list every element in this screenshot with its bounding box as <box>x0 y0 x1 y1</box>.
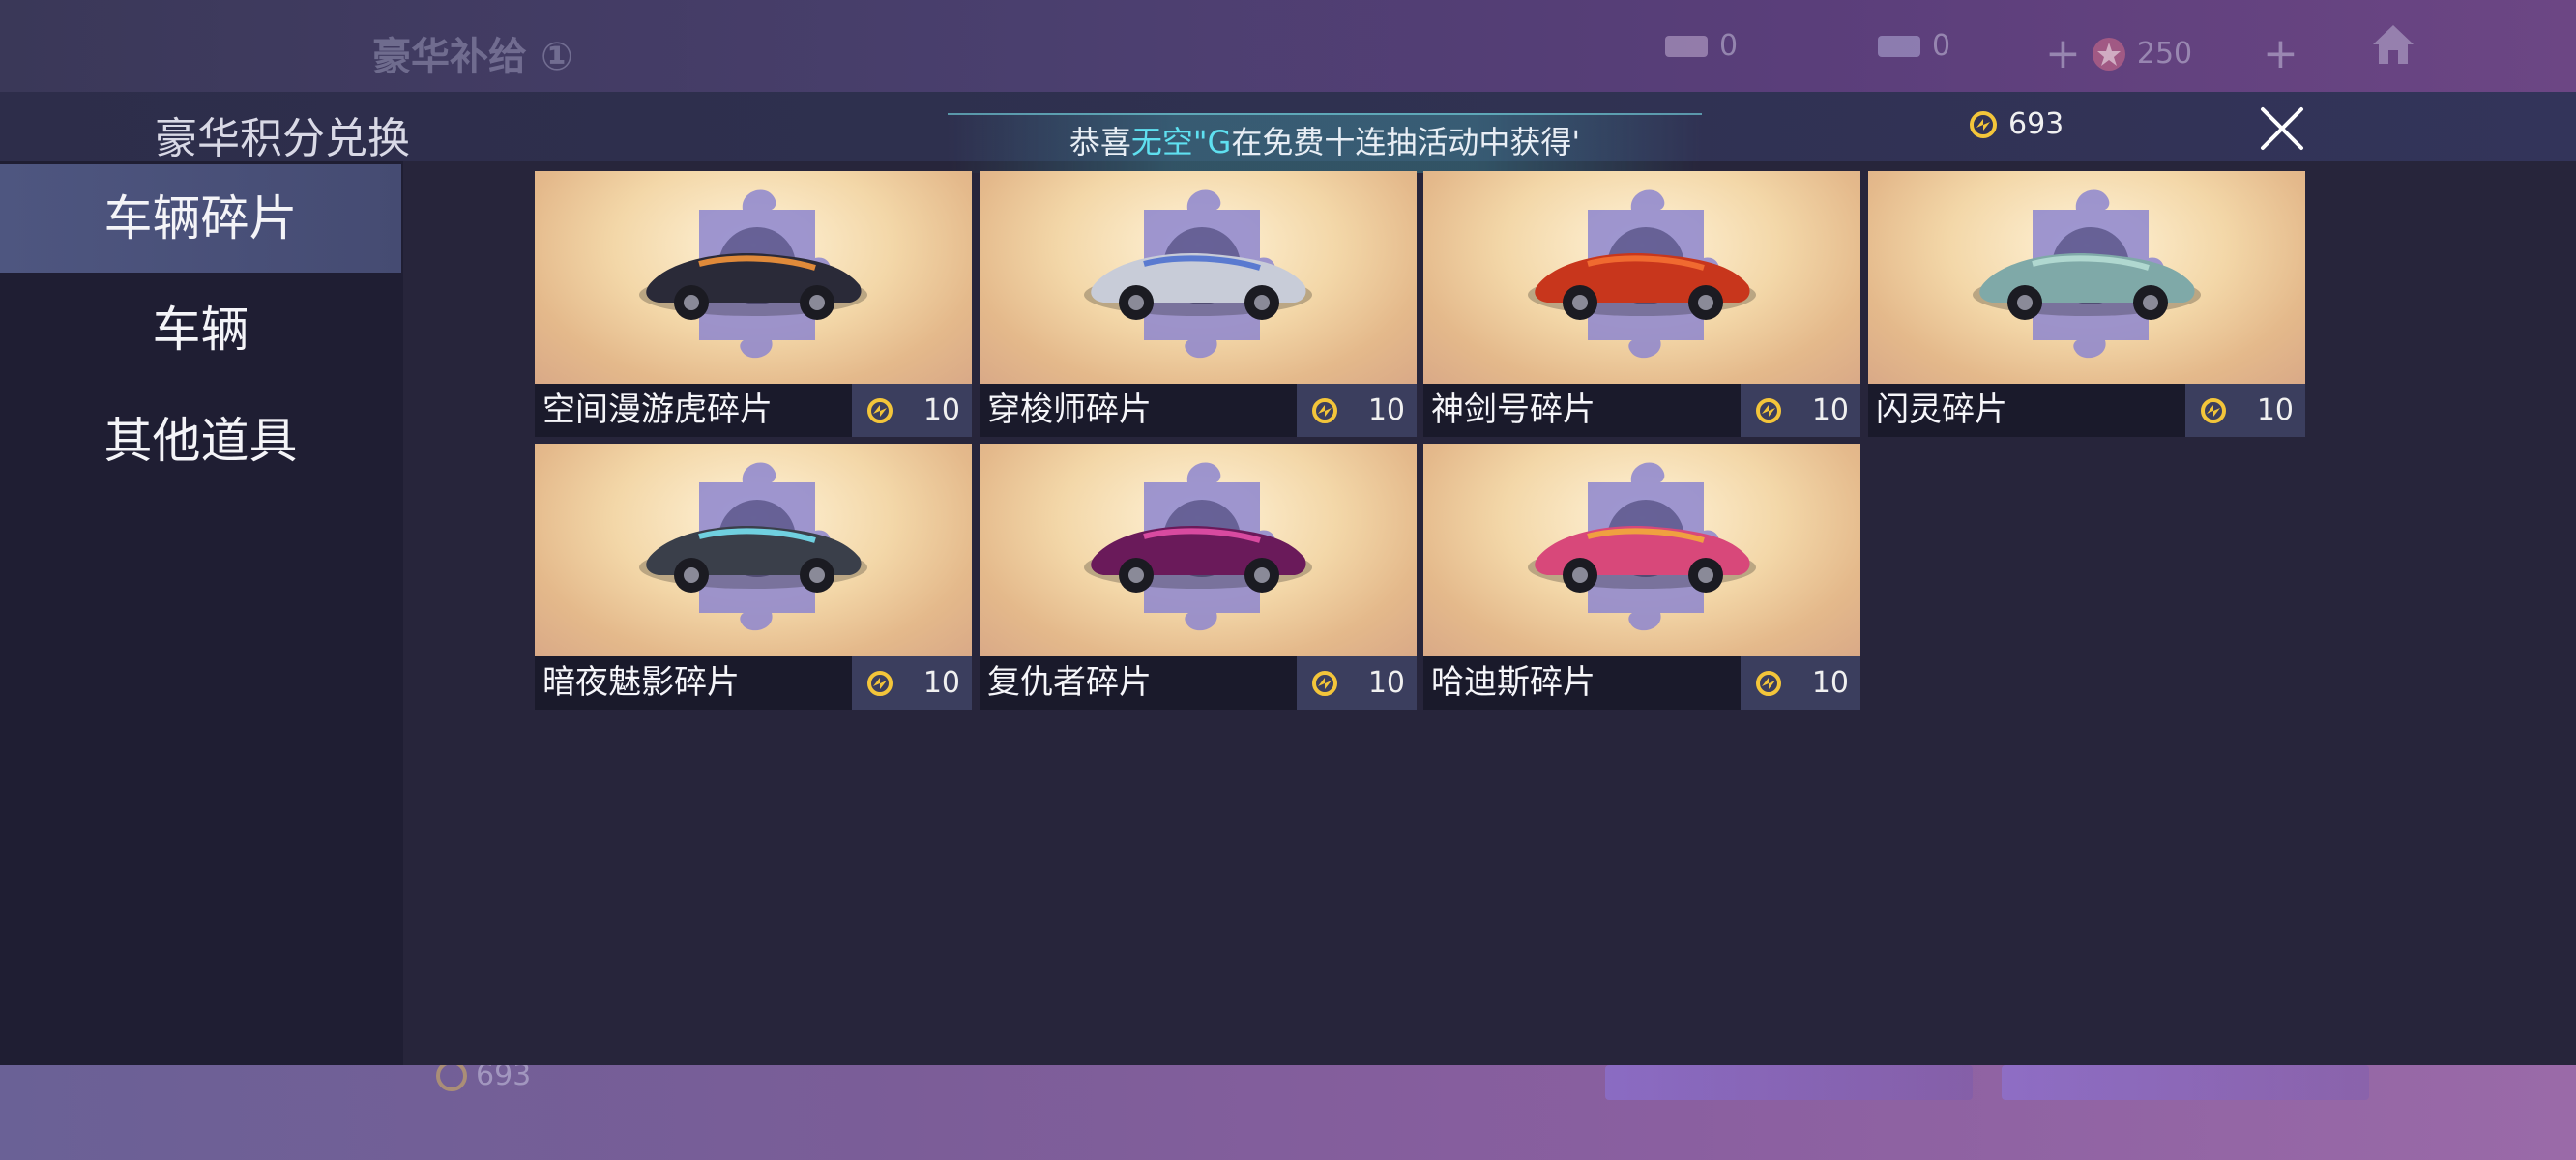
currency-a-value: 0 <box>1719 29 1739 63</box>
item-name: 复仇者碎片 <box>980 656 1297 710</box>
item-image <box>1423 444 1860 656</box>
ticket-icon <box>1665 35 1708 57</box>
car-icon <box>639 526 867 593</box>
announcement-ticker: 恭喜无空"G在免费十连抽活动中获得' <box>948 113 1702 173</box>
background-add: + <box>2263 29 2298 78</box>
fragment-puzzle-icon <box>639 462 867 631</box>
fragment-puzzle-icon <box>1084 189 1312 359</box>
item-card[interactable]: 复仇者碎片 10 <box>980 444 1417 710</box>
points-coin-icon <box>1970 110 1997 138</box>
fragment-puzzle-icon <box>1973 189 2201 359</box>
points-value: 693 <box>2008 107 2064 141</box>
points-coin-icon <box>867 397 893 423</box>
item-price-value: 10 <box>1367 393 1405 427</box>
close-icon <box>2261 107 2303 150</box>
background-title-text: 豪华补给 <box>372 35 527 79</box>
points-coin-icon <box>1312 397 1337 423</box>
item-card[interactable]: 神剑号碎片 10 <box>1423 171 1860 437</box>
item-card[interactable]: 闪灵碎片 10 <box>1868 171 2305 437</box>
fragment-puzzle-icon <box>639 189 867 359</box>
item-image <box>980 444 1417 656</box>
item-price: 10 <box>1741 656 1860 710</box>
item-price-value: 10 <box>1811 666 1849 700</box>
item-image <box>535 444 972 656</box>
background-title: 豪华补给 ① <box>372 25 573 81</box>
car-icon <box>1084 253 1312 320</box>
car-icon <box>1973 253 2201 320</box>
home-icon <box>2369 21 2417 66</box>
car-icon <box>1084 526 1312 593</box>
item-image <box>1423 171 1860 384</box>
background-currency-c: + 250 <box>2045 29 2192 78</box>
car-icon <box>639 253 867 320</box>
plus-icon: + <box>2263 29 2298 78</box>
background-strip <box>1605 1065 1973 1100</box>
item-name: 闪灵碎片 <box>1868 384 2185 437</box>
currency-c-value: 250 <box>2136 37 2193 71</box>
currency-b-value: 0 <box>1932 29 1951 63</box>
points-coin-icon <box>2201 397 2226 423</box>
car-icon <box>1528 526 1756 593</box>
background-currency-b: 0 <box>1876 29 1950 63</box>
points-coin-icon <box>867 670 893 696</box>
fragment-puzzle-icon <box>1528 462 1756 631</box>
coupon-icon <box>1878 35 1920 57</box>
ticker-suffix: 在免费十连抽活动中获得' <box>1231 124 1581 160</box>
item-price: 10 <box>852 656 972 710</box>
exchange-dialog: 豪华积分兑换 恭喜无空"G在免费十连抽活动中获得' 693 车辆碎片 车辆 其他… <box>0 92 2576 1065</box>
item-price: 10 <box>1297 384 1417 437</box>
points-balance: 693 <box>1968 107 2064 141</box>
item-price: 10 <box>1297 656 1417 710</box>
item-image <box>535 171 972 384</box>
item-price: 10 <box>2185 384 2305 437</box>
plus-icon: + <box>2045 29 2081 78</box>
item-name: 空间漫游虎碎片 <box>535 384 852 437</box>
item-card[interactable]: 哈迪斯碎片 10 <box>1423 444 1860 710</box>
background-title-badge: ① <box>540 35 573 79</box>
item-name: 神剑号碎片 <box>1423 384 1741 437</box>
item-price: 10 <box>852 384 972 437</box>
item-price-value: 10 <box>1367 666 1405 700</box>
sidebar-item-other-items[interactable]: 其他道具 <box>0 387 401 495</box>
sidebar-item-vehicle-fragments[interactable]: 车辆碎片 <box>0 164 401 273</box>
category-sidebar: 车辆碎片 车辆 其他道具 <box>0 161 403 1065</box>
item-name: 哈迪斯碎片 <box>1423 656 1741 710</box>
item-price: 10 <box>1741 384 1860 437</box>
background-currency-a: 0 <box>1663 29 1738 63</box>
dialog-title: 豪华积分兑换 <box>155 114 410 163</box>
item-name: 暗夜魅影碎片 <box>535 656 852 710</box>
star-coin-icon <box>2092 37 2125 71</box>
ticker-prefix: 恭喜 <box>1068 124 1131 160</box>
background-strip <box>2002 1065 2369 1100</box>
item-price-value: 10 <box>1811 393 1849 427</box>
item-image <box>1868 171 2305 384</box>
points-coin-icon <box>1756 670 1781 696</box>
item-price-value: 10 <box>2256 393 2294 427</box>
sidebar-item-vehicles[interactable]: 车辆 <box>0 276 401 384</box>
close-button[interactable] <box>2253 100 2311 158</box>
fragment-puzzle-icon <box>1528 189 1756 359</box>
item-price-value: 10 <box>922 393 960 427</box>
item-card[interactable]: 穿梭师碎片 10 <box>980 171 1417 437</box>
fragment-puzzle-icon <box>1084 462 1312 631</box>
item-price-value: 10 <box>922 666 960 700</box>
item-card[interactable]: 空间漫游虎碎片 10 <box>535 171 972 437</box>
item-card[interactable]: 暗夜魅影碎片 10 <box>535 444 972 710</box>
car-icon <box>1528 253 1756 320</box>
points-coin-icon <box>1312 670 1337 696</box>
points-coin-icon <box>1756 397 1781 423</box>
item-image <box>980 171 1417 384</box>
ticker-player-name: 无空"G <box>1130 124 1232 160</box>
item-name: 穿梭师碎片 <box>980 384 1297 437</box>
